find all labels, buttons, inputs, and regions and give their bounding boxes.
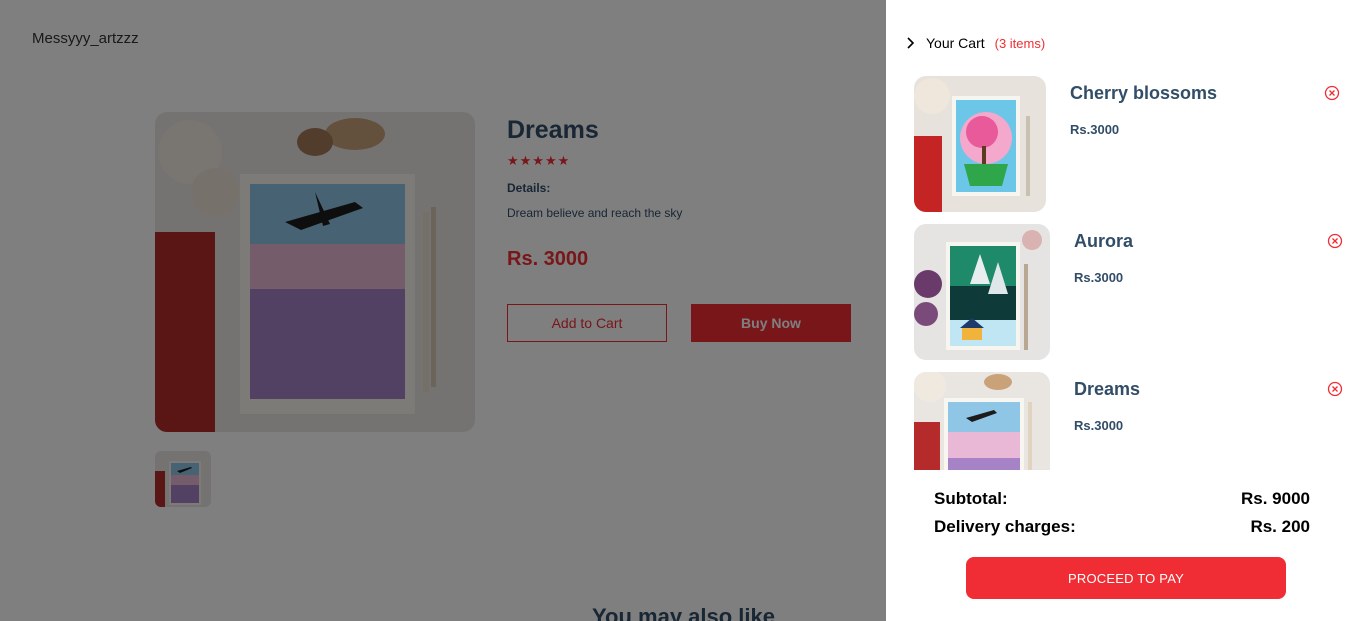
subtotal-value: Rs. 9000 bbox=[1241, 489, 1310, 508]
cart-item-name: Cherry blossoms bbox=[1070, 83, 1218, 103]
cart-drawer: Your Cart (3 items) Cherry blossoms Rs.3… bbox=[886, 0, 1360, 621]
cart-item: Dreams Rs.3000 bbox=[886, 372, 1360, 470]
cart-item: Aurora Rs.3000 bbox=[886, 224, 1360, 360]
cart-item-price: Rs.3000 bbox=[1074, 418, 1124, 433]
delivery-value: Rs. 200 bbox=[1250, 517, 1310, 536]
proceed-to-pay-button[interactable]: PROCEED TO PAY bbox=[966, 557, 1286, 599]
delivery-label: Delivery charges: bbox=[934, 517, 1076, 536]
delivery-row: Delivery charges: Rs. 200 bbox=[934, 517, 1310, 537]
cart-items-list[interactable]: Cherry blossoms Rs.3000 Aurora Rs.3000 D… bbox=[886, 75, 1360, 470]
close-circle-icon[interactable] bbox=[1327, 233, 1343, 249]
cart-item-image bbox=[914, 224, 1050, 360]
close-circle-icon[interactable] bbox=[1324, 85, 1340, 101]
cart-header[interactable]: Your Cart (3 items) bbox=[904, 35, 1045, 51]
cart-title: Your Cart bbox=[926, 35, 985, 51]
cart-item-name: Aurora bbox=[1074, 231, 1134, 251]
cart-item-price: Rs.3000 bbox=[1070, 122, 1120, 137]
cart-item-image bbox=[914, 76, 1046, 212]
chevron-right-icon[interactable] bbox=[904, 36, 918, 50]
cart-item-image bbox=[914, 372, 1050, 470]
cart-item-name: Dreams bbox=[1074, 379, 1141, 399]
cart-item-count: (3 items) bbox=[994, 35, 1046, 51]
cart-item-price: Rs.3000 bbox=[1074, 270, 1124, 285]
modal-backdrop[interactable] bbox=[0, 0, 886, 621]
subtotal-row: Subtotal: Rs. 9000 bbox=[934, 489, 1310, 509]
cart-item: Cherry blossoms Rs.3000 bbox=[886, 76, 1360, 212]
close-circle-icon[interactable] bbox=[1327, 381, 1343, 397]
subtotal-label: Subtotal: bbox=[934, 489, 1008, 508]
